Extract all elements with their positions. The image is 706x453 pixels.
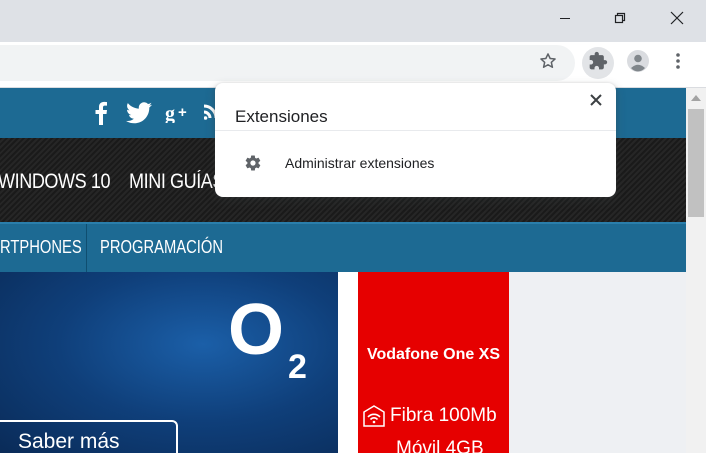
google-plus-icon[interactable]: g +: [165, 100, 191, 126]
content-gutter: [338, 272, 358, 453]
twitter-icon[interactable]: [126, 100, 152, 126]
menu-button[interactable]: [662, 47, 694, 79]
manage-extensions-item[interactable]: Administrar extensiones: [215, 143, 616, 183]
o2-logo-subscript: 2: [288, 348, 307, 386]
scroll-up-button[interactable]: [686, 88, 706, 106]
subnav-item-smartphones[interactable]: RTPHONES: [0, 237, 82, 258]
puzzle-icon: [588, 51, 608, 76]
o2-logo: O: [228, 290, 285, 370]
nav-item-mini-guias[interactable]: MINI GUÍAS: [129, 170, 224, 194]
restore-icon: [614, 12, 626, 24]
kebab-menu-icon: [670, 51, 686, 76]
popup-divider: [215, 130, 616, 131]
manage-extensions-label: Administrar extensiones: [285, 155, 435, 171]
sub-nav: RTPHONES PROGRAMACIÓN: [0, 222, 686, 272]
vodafone-ad-movil: Móvil 4GB: [396, 438, 484, 453]
wifi-icon: [362, 404, 386, 428]
gear-icon: [243, 153, 263, 173]
address-bar[interactable]: [0, 45, 575, 81]
vodafone-ad-fibra-label: Fibra 100Mb: [390, 405, 497, 426]
title-bar: [0, 0, 706, 42]
facebook-icon[interactable]: [94, 100, 108, 126]
window-close-button[interactable]: [650, 0, 704, 36]
page-content: O 2 Saber más Vodafone One XS Fibra 100M…: [0, 272, 686, 453]
o2-banner-ad[interactable]: O 2 Saber más: [0, 272, 338, 453]
popup-close-button[interactable]: [585, 91, 607, 113]
svg-text:+: +: [178, 104, 187, 121]
vodafone-ad-fibra: Fibra 100Mb: [362, 404, 497, 428]
avatar-icon: [626, 49, 650, 78]
close-icon: [590, 93, 602, 111]
popup-title: Extensiones: [235, 107, 328, 126]
star-icon: [538, 51, 558, 76]
bookmark-button[interactable]: [532, 47, 564, 79]
saber-mas-button[interactable]: Saber más: [0, 420, 178, 453]
minimize-icon: [559, 12, 571, 24]
saber-mas-label: Saber más: [18, 430, 120, 453]
minimize-button[interactable]: [538, 0, 592, 36]
nav-item-windows-10[interactable]: WINDOWS 10: [0, 170, 111, 194]
browser-window: g + WINDOWS 10 MINI GUÍAS RTPHONES PROGRA…: [0, 0, 706, 453]
close-icon: [670, 11, 684, 25]
vodafone-ad[interactable]: Vodafone One XS Fibra 100Mb Móvil 4GB: [358, 272, 509, 453]
chevron-up-icon: [691, 88, 701, 106]
browser-toolbar: [0, 42, 706, 88]
extensions-button[interactable]: [582, 47, 614, 79]
scroll-thumb[interactable]: [688, 109, 704, 217]
restore-button[interactable]: [593, 0, 647, 36]
svg-text:g: g: [165, 103, 175, 123]
subnav-divider: [86, 224, 87, 272]
extensions-popup: Extensiones Administrar extensiones: [215, 83, 616, 197]
page-scrollbar[interactable]: [686, 88, 706, 453]
profile-button[interactable]: [622, 47, 654, 79]
sidebar-area: [509, 272, 686, 453]
subnav-item-programacion[interactable]: PROGRAMACIÓN: [100, 237, 223, 258]
vodafone-ad-title: Vodafone One XS: [366, 346, 501, 363]
